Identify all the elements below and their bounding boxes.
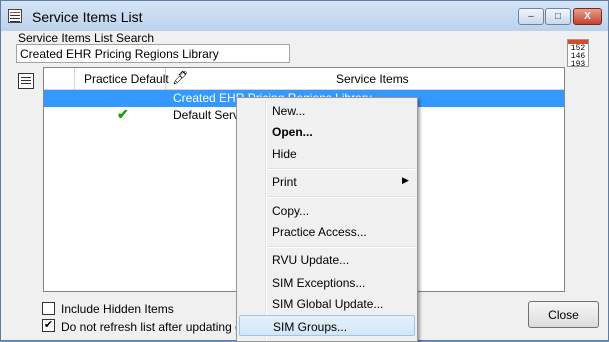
menu-separator [267, 168, 415, 170]
column-header-service-items[interactable]: Service Items [336, 72, 409, 86]
app-list-icon [8, 9, 22, 23]
menu-item-open[interactable]: Open... [239, 121, 415, 142]
menu-item-label: SIM Exceptions... [272, 276, 366, 290]
service-item-name: Default Servi [173, 108, 242, 122]
menu-item-label: SIM Global Update... [272, 297, 384, 311]
calendar-line: 193 [570, 60, 586, 69]
column-header-practice-default[interactable]: Practice Default [84, 72, 169, 86]
close-window-button[interactable]: X [573, 8, 602, 25]
no-refresh-label: Do not refresh list after updating data [61, 320, 259, 334]
context-menu: New... Open... Hide Print ▶ Copy... Pract… [236, 97, 418, 342]
menu-item-practice-access[interactable]: Practice Access... [239, 221, 415, 242]
grid-header: Practice Default 🖊 Service Items [44, 68, 564, 90]
menu-separator [267, 246, 415, 248]
service-items-window: Service Items List – □ X Service Items L… [0, 0, 609, 342]
menu-item-label: RVU Update... [272, 253, 350, 267]
menu-item-hide[interactable]: Hide [239, 143, 415, 164]
submenu-arrow-icon: ▶ [402, 175, 409, 185]
title-bar[interactable]: Service Items List – □ X [1, 1, 608, 31]
menu-item-sim-exceptions[interactable]: SIM Exceptions... [239, 272, 415, 293]
maximize-button[interactable]: □ [545, 8, 571, 25]
search-label: Service Items List Search [18, 31, 155, 45]
menu-item-label: Open... [272, 125, 313, 139]
menu-item-print[interactable]: Print ▶ [239, 171, 415, 192]
menu-separator [267, 196, 415, 198]
menu-item-label: New... [272, 104, 306, 118]
menu-item-label: Copy... [272, 204, 310, 218]
menu-item-sim-global-update[interactable]: SIM Global Update... [239, 293, 415, 314]
close-button[interactable]: Close [528, 301, 599, 328]
include-hidden-checkbox[interactable] [42, 302, 55, 315]
list-options-icon[interactable] [18, 73, 34, 89]
column-separator[interactable] [74, 68, 75, 89]
checkmark-icon: ✔ [117, 106, 129, 122]
window-title: Service Items List [32, 9, 143, 25]
pin-icon[interactable]: 🖊 [172, 70, 189, 86]
menu-item-sim-groups[interactable]: SIM Groups... [239, 315, 415, 336]
menu-item-copy[interactable]: Copy... [239, 200, 415, 221]
menu-item-label: Practice Access... [272, 225, 367, 239]
menu-item-label: Print [272, 175, 297, 189]
column-separator[interactable] [165, 68, 166, 89]
calendar-icon[interactable]: 152 146 193 [567, 39, 589, 69]
menu-item-rvu-update[interactable]: RVU Update... [239, 249, 415, 270]
no-refresh-checkbox[interactable]: ✔ [42, 319, 55, 332]
menu-item-new[interactable]: New... [239, 100, 415, 121]
menu-item-label: SIM Groups... [273, 320, 348, 334]
search-input[interactable] [16, 44, 290, 63]
menu-item-label: Hide [272, 147, 297, 161]
minimize-button[interactable]: – [518, 8, 544, 25]
include-hidden-label: Include Hidden Items [61, 302, 174, 316]
